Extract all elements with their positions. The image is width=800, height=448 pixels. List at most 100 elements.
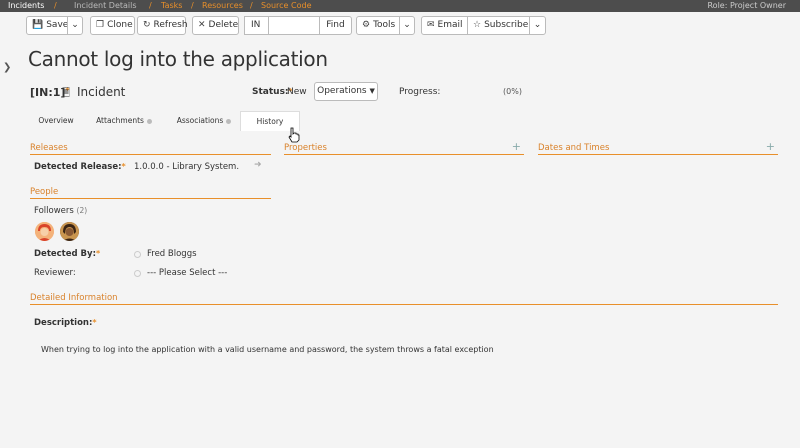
save-button[interactable]: 💾 Save	[26, 16, 68, 35]
refresh-icon: ↻	[143, 20, 151, 30]
clone-icon: ❐	[96, 20, 105, 30]
envelope-icon: ✉	[427, 20, 435, 30]
find-button[interactable]: Find	[319, 16, 352, 35]
breadcrumb-separator: /	[149, 1, 152, 10]
reviewer-select[interactable]: --- Please Select ---	[147, 268, 227, 278]
followers-count: (2)	[76, 206, 88, 215]
tab-overview[interactable]: Overview	[26, 111, 86, 131]
operations-label: Operations	[317, 86, 367, 96]
breadcrumb-separator: /	[54, 1, 57, 10]
breadcrumb-separator: /	[250, 1, 253, 10]
page-title: Cannot log into the application	[28, 47, 328, 71]
gear-icon: ⚙	[362, 20, 371, 30]
avatar[interactable]	[35, 222, 54, 241]
reviewer-label: Reviewer:	[34, 268, 76, 278]
detected-by-label: Detected By:*	[34, 249, 100, 259]
tab-label: History	[256, 117, 284, 126]
required-star-icon: *	[121, 162, 126, 171]
toolbar: 💾 Save ⌄ ❐ Clone ↻ Refresh ✕ Delete IN F…	[0, 16, 800, 36]
refresh-button[interactable]: ↻ Refresh	[137, 16, 188, 35]
count-dot-icon	[146, 118, 152, 124]
breadcrumb-source-code[interactable]: Source Code	[261, 0, 312, 12]
section-dates-times[interactable]: Dates and Times +	[538, 141, 778, 155]
artifact-prefix: IN	[244, 16, 268, 35]
chevron-down-icon: ⌄	[71, 20, 79, 30]
followers-label-text: Followers	[34, 206, 74, 216]
artifact-id-text: [IN:1]	[30, 86, 66, 99]
role-indicator: Role: Project Owner	[707, 1, 786, 10]
detected-by-value[interactable]: Fred Bloggs	[147, 249, 197, 259]
tools-button[interactable]: ⚙ Tools	[356, 16, 400, 35]
required-star-icon: *	[92, 318, 97, 327]
section-people[interactable]: People	[30, 187, 271, 199]
detected-by-radio[interactable]	[134, 251, 141, 258]
breadcrumb-tasks[interactable]: Tasks	[161, 0, 182, 12]
arrow-right-icon[interactable]: ➜	[254, 160, 262, 170]
progress-value: (0%)	[503, 87, 522, 96]
detected-release-value[interactable]: 1.0.0.0 - Library System.	[134, 162, 239, 172]
detected-release-label: Detected Release:*	[34, 162, 126, 172]
chevron-down-icon: ⌄	[533, 20, 542, 30]
find-id-input[interactable]	[268, 16, 320, 35]
delete-button[interactable]: ✕ Delete	[192, 16, 239, 35]
followers-label: Followers (2)	[34, 206, 87, 216]
section-title: Detailed Information	[30, 293, 118, 303]
section-title: People	[30, 187, 59, 197]
subscribe-button[interactable]: ☆ Subscribe	[467, 16, 530, 35]
delete-label: Delete	[208, 20, 239, 30]
breadcrumb-resources[interactable]: Resources	[202, 0, 243, 12]
breadcrumb-separator: /	[191, 1, 194, 10]
hand-cursor-icon	[288, 127, 300, 143]
tab-label: Overview	[38, 116, 74, 125]
tab-attachments[interactable]: Attachments	[92, 111, 156, 131]
description-text[interactable]: When trying to log into the application …	[41, 345, 494, 354]
refresh-label: Refresh	[153, 20, 188, 30]
workflow-operations-button[interactable]: Operations ▼	[314, 82, 378, 101]
description-label-text: Description:	[34, 318, 93, 328]
section-title: Dates and Times	[538, 143, 610, 153]
breadcrumb-bar: Incidents / Incident Details / Tasks / R…	[0, 0, 800, 12]
count-dot-icon	[226, 118, 232, 124]
tab-label: Attachments	[96, 116, 144, 125]
save-dropdown-button[interactable]: ⌄	[67, 16, 83, 35]
tools-label: Tools	[373, 20, 396, 30]
email-label: Email	[437, 20, 463, 30]
save-icon: 💾	[32, 20, 44, 30]
avatar[interactable]	[60, 222, 79, 241]
expand-plus-icon[interactable]: +	[766, 141, 775, 152]
clone-button[interactable]: ❐ Clone	[90, 16, 135, 35]
breadcrumb-incidents[interactable]: Incidents	[8, 0, 44, 12]
section-properties[interactable]: Properties +	[284, 141, 524, 155]
detected-release-label-text: Detected Release:	[34, 162, 122, 172]
subscribe-label: Subscribe	[484, 20, 529, 30]
star-icon: ☆	[473, 20, 482, 30]
status-label-text: Status:	[252, 87, 289, 97]
section-detailed-information[interactable]: Detailed Information	[30, 293, 778, 305]
detected-by-label-text: Detected By:	[34, 249, 96, 259]
progress-label: Progress:	[399, 87, 441, 97]
save-label: Save	[46, 20, 69, 30]
subscribe-dropdown-button[interactable]: ⌄	[529, 16, 546, 35]
description-label: Description:*	[34, 318, 97, 328]
chevron-down-icon: ⌄	[403, 20, 411, 30]
expand-sidebar-icon[interactable]: ❯	[3, 62, 11, 73]
tab-associations[interactable]: Associations	[168, 111, 240, 131]
clone-label: Clone	[107, 20, 133, 30]
section-title: Properties	[284, 143, 327, 153]
incident-icon: 🗏	[62, 88, 71, 99]
user-avatar-icon	[35, 222, 54, 241]
status-value: New	[287, 87, 307, 97]
artifact-type: Incident	[77, 85, 126, 99]
user-avatar-icon	[60, 222, 79, 241]
email-button[interactable]: ✉ Email	[421, 16, 468, 35]
reviewer-radio[interactable]	[134, 270, 141, 277]
tools-dropdown-button[interactable]: ⌄	[399, 16, 415, 35]
section-title: Releases	[30, 143, 68, 153]
caret-down-icon: ▼	[369, 87, 375, 95]
required-star-icon: *	[95, 249, 101, 258]
close-icon: ✕	[198, 20, 206, 30]
section-releases[interactable]: Releases	[30, 143, 271, 155]
breadcrumb-incident-details[interactable]: Incident Details	[74, 0, 137, 12]
expand-plus-icon[interactable]: +	[512, 141, 521, 152]
tab-label: Associations	[176, 116, 224, 125]
